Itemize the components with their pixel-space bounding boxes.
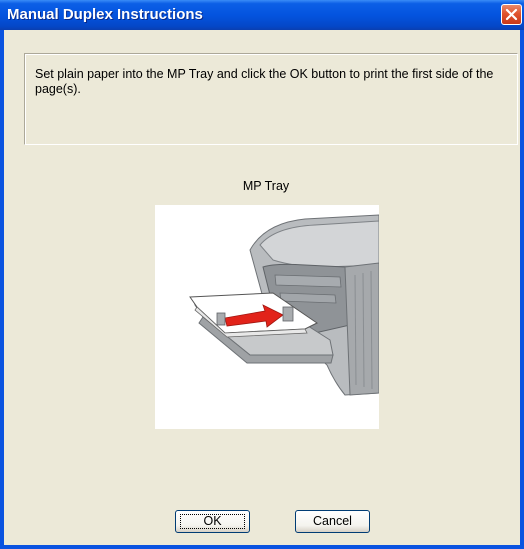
mp-tray-illustration [155, 205, 379, 429]
window-title: Manual Duplex Instructions [7, 6, 203, 23]
illustration-label: MP Tray [242, 179, 290, 193]
instruction-group: Set plain paper into the MP Tray and cli… [24, 53, 518, 145]
close-button[interactable] [501, 4, 522, 25]
cancel-button[interactable]: Cancel [295, 510, 370, 533]
close-icon [505, 8, 518, 21]
printer-icon [189, 214, 379, 396]
dialog-window: Manual Duplex Instructions Set plain pap… [0, 0, 524, 549]
instruction-text: Set plain paper into the MP Tray and cli… [35, 67, 494, 96]
ok-button-label: OK [203, 514, 222, 528]
cancel-button-label: Cancel [313, 514, 352, 528]
title-bar[interactable]: Manual Duplex Instructions [0, 0, 524, 30]
ok-button[interactable]: OK [175, 510, 250, 533]
